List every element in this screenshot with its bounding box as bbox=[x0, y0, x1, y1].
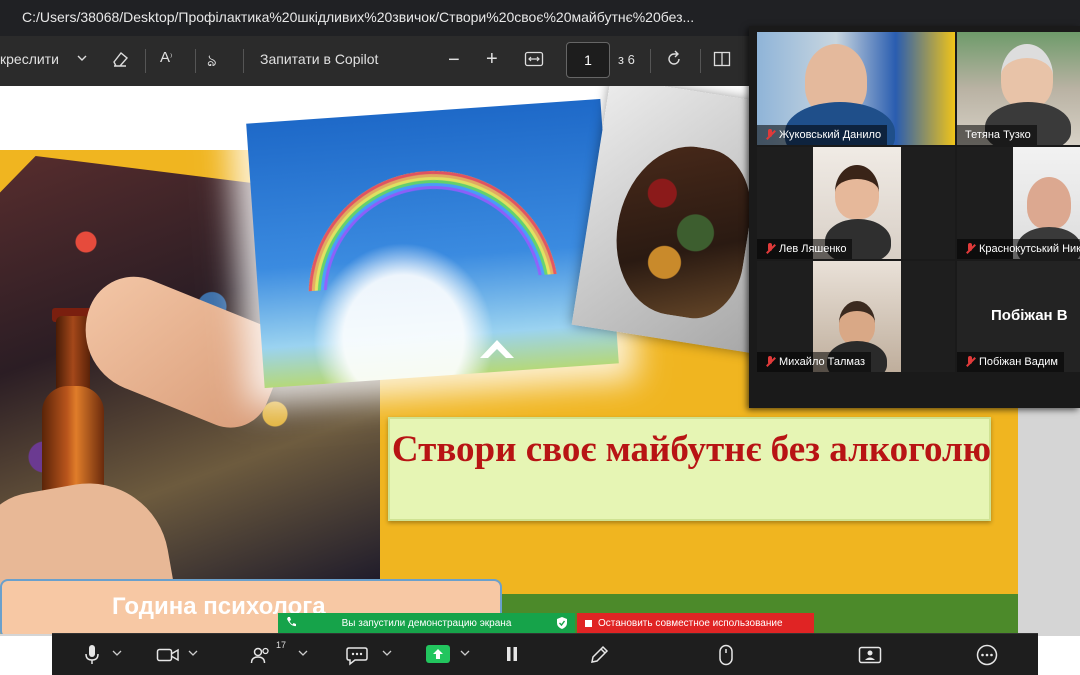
zoom-out-icon[interactable]: − bbox=[448, 49, 460, 72]
toolbar-divider bbox=[700, 49, 701, 73]
slide-title: Створи своє майбутнє без алкоголю bbox=[391, 429, 992, 470]
rainbow-sky-photo bbox=[246, 98, 619, 389]
more-options-icon[interactable] bbox=[976, 644, 998, 666]
toolbar-divider bbox=[195, 49, 196, 73]
rotate-icon[interactable] bbox=[664, 49, 684, 69]
participant-tile[interactable]: Жуковський Данило bbox=[757, 32, 955, 145]
screen: C:/Users/38068/Desktop/Профілактика%20шк… bbox=[0, 0, 1080, 675]
spotlight-video-icon[interactable] bbox=[858, 645, 882, 665]
mic-muted-icon bbox=[765, 243, 775, 255]
participant-name: Краснокутський Ник bbox=[957, 239, 1080, 259]
annotate-pencil-icon[interactable] bbox=[588, 644, 610, 666]
eraser-icon[interactable] bbox=[110, 49, 130, 69]
participant-tile[interactable]: Краснокутський Ник bbox=[957, 147, 1080, 259]
slide-title-box: Створи своє майбутнє без алкоголю bbox=[388, 417, 991, 521]
file-url[interactable]: C:/Users/38068/Desktop/Профілактика%20шк… bbox=[22, 9, 694, 25]
zoom-in-icon[interactable]: + bbox=[486, 48, 498, 71]
sharing-status-banner: Вы запустили демонстрацию экрана bbox=[278, 613, 575, 633]
participant-face bbox=[839, 301, 875, 345]
page-view-icon[interactable] bbox=[712, 49, 732, 69]
video-gallery[interactable]: Жуковський Данило Тетяна Тузко Лев Ляшен… bbox=[749, 26, 1080, 408]
stop-sharing-button[interactable]: Остановить совместное использование bbox=[577, 613, 814, 633]
mic-muted-icon bbox=[765, 129, 775, 141]
video-camera-icon[interactable] bbox=[156, 646, 180, 664]
toolbar-divider bbox=[145, 49, 146, 73]
chat-icon[interactable] bbox=[346, 646, 368, 666]
mic-muted-icon bbox=[965, 356, 975, 368]
share-screen-icon[interactable] bbox=[426, 644, 450, 664]
participant-tile[interactable]: Тетяна Тузко bbox=[957, 32, 1080, 145]
mic-muted-icon bbox=[765, 356, 775, 368]
microphone-icon[interactable] bbox=[84, 644, 100, 666]
participants-icon[interactable] bbox=[250, 646, 272, 664]
participant-name: Жуковський Данило bbox=[757, 125, 888, 145]
participant-face bbox=[835, 165, 879, 219]
participant-name: Побіжан Вадим bbox=[957, 352, 1064, 372]
participant-name: Лев Ляшенко bbox=[757, 239, 853, 259]
chevron-down-icon[interactable] bbox=[76, 52, 88, 64]
translate-icon[interactable]: ঌ bbox=[207, 48, 217, 75]
read-aloud-icon[interactable]: A ⁾ bbox=[160, 49, 172, 66]
draw-button[interactable]: креслити bbox=[0, 51, 59, 67]
zoom-control-bar: 17 bbox=[52, 633, 1038, 675]
phone-icon bbox=[286, 616, 296, 631]
remote-control-mouse-icon[interactable] bbox=[718, 644, 734, 666]
participant-tile[interactable]: Побіжан В Побіжан Вадим bbox=[957, 261, 1080, 372]
chevron-up-icon[interactable] bbox=[460, 649, 470, 657]
pause-share-icon[interactable] bbox=[505, 645, 519, 663]
participant-tile[interactable]: Лев Ляшенко bbox=[757, 147, 955, 259]
copilot-button[interactable]: Запитати в Copilot bbox=[260, 51, 378, 67]
participant-video bbox=[1001, 44, 1053, 108]
stop-icon bbox=[585, 619, 592, 627]
page-number-input[interactable]: 1 bbox=[566, 42, 610, 78]
page-total: з 6 bbox=[618, 52, 635, 67]
participant-tile[interactable]: Михайло Талмаз bbox=[757, 261, 955, 372]
participants-count: 17 bbox=[276, 640, 287, 650]
stop-sharing-label: Остановить совместное использование bbox=[598, 617, 783, 629]
show-toolbar-caret-icon[interactable] bbox=[478, 336, 516, 362]
head-of-bottles bbox=[605, 136, 761, 325]
participant-name: Михайло Талмаз bbox=[757, 352, 872, 372]
video-off-name: Побіжан В bbox=[991, 307, 1068, 324]
toolbar-divider bbox=[650, 49, 651, 73]
toolbar-divider bbox=[243, 49, 244, 73]
fit-page-icon[interactable] bbox=[524, 50, 544, 68]
chevron-up-icon[interactable] bbox=[112, 649, 122, 657]
chevron-up-icon[interactable] bbox=[298, 649, 308, 657]
participant-name: Тетяна Тузко bbox=[957, 125, 1037, 145]
chevron-up-icon[interactable] bbox=[382, 649, 392, 657]
chevron-up-icon[interactable] bbox=[188, 649, 198, 657]
sharing-status-text: Вы запустили демонстрацию экрана bbox=[341, 617, 512, 629]
mic-muted-icon bbox=[965, 243, 975, 255]
shield-icon bbox=[557, 617, 567, 632]
participant-face bbox=[1027, 177, 1071, 229]
